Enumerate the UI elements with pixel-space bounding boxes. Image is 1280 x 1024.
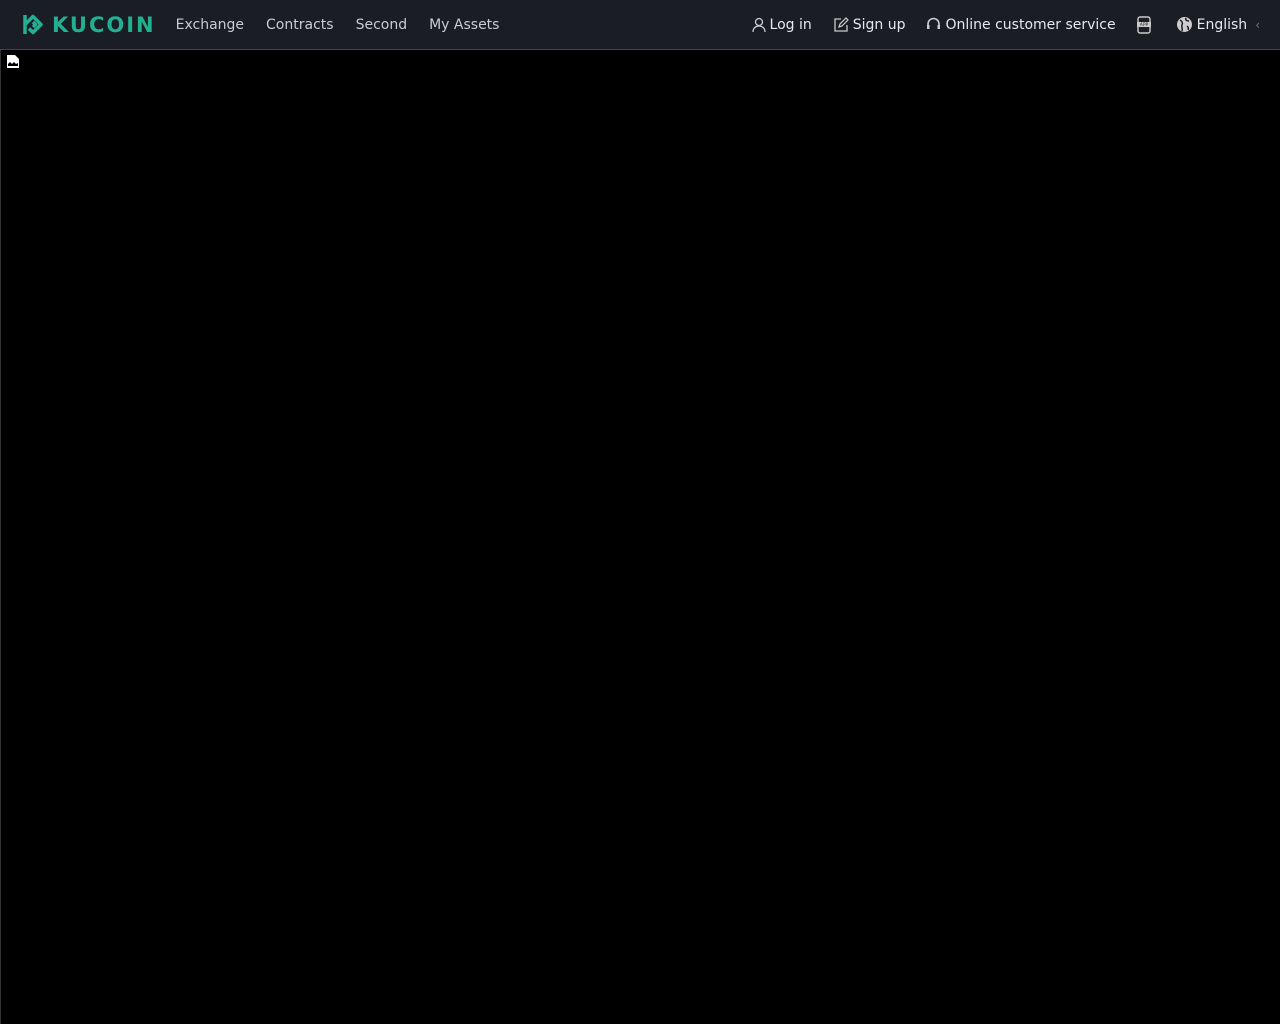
chevron-left-icon: ‹	[1255, 17, 1260, 32]
kucoin-logo-icon	[23, 14, 43, 35]
signup-button[interactable]: Sign up	[833, 16, 906, 33]
login-label: Log in	[769, 16, 812, 33]
customer-service-label: Online customer service	[945, 16, 1116, 33]
language-label: English	[1196, 16, 1248, 33]
customer-service-button[interactable]: Online customer service	[926, 16, 1116, 33]
nav-my-assets[interactable]: My Assets	[429, 17, 499, 33]
broken-image-icon	[7, 55, 19, 68]
brand-name: KUCOIN	[52, 12, 156, 37]
nav-second[interactable]: Second	[356, 17, 408, 33]
main-content	[0, 50, 1280, 1024]
top-nav: KUCOIN Exchange Contracts Second My Asse…	[0, 0, 1280, 50]
headset-icon	[927, 17, 941, 29]
edit-icon	[834, 16, 849, 32]
app-icon-text: APP	[1139, 22, 1148, 28]
globe-icon	[1176, 17, 1192, 32]
language-selector[interactable]: English ‹	[1176, 16, 1260, 33]
app-phone-icon: APP	[1136, 15, 1151, 34]
signup-label: Sign up	[852, 16, 906, 33]
nav-exchange[interactable]: Exchange	[176, 17, 244, 33]
logo[interactable]: KUCOIN	[19, 11, 156, 38]
nav-contracts[interactable]: Contracts	[266, 17, 334, 33]
login-button[interactable]: Log in	[751, 16, 812, 33]
user-icon	[751, 17, 766, 32]
app-download-button[interactable]: APP	[1136, 15, 1155, 34]
